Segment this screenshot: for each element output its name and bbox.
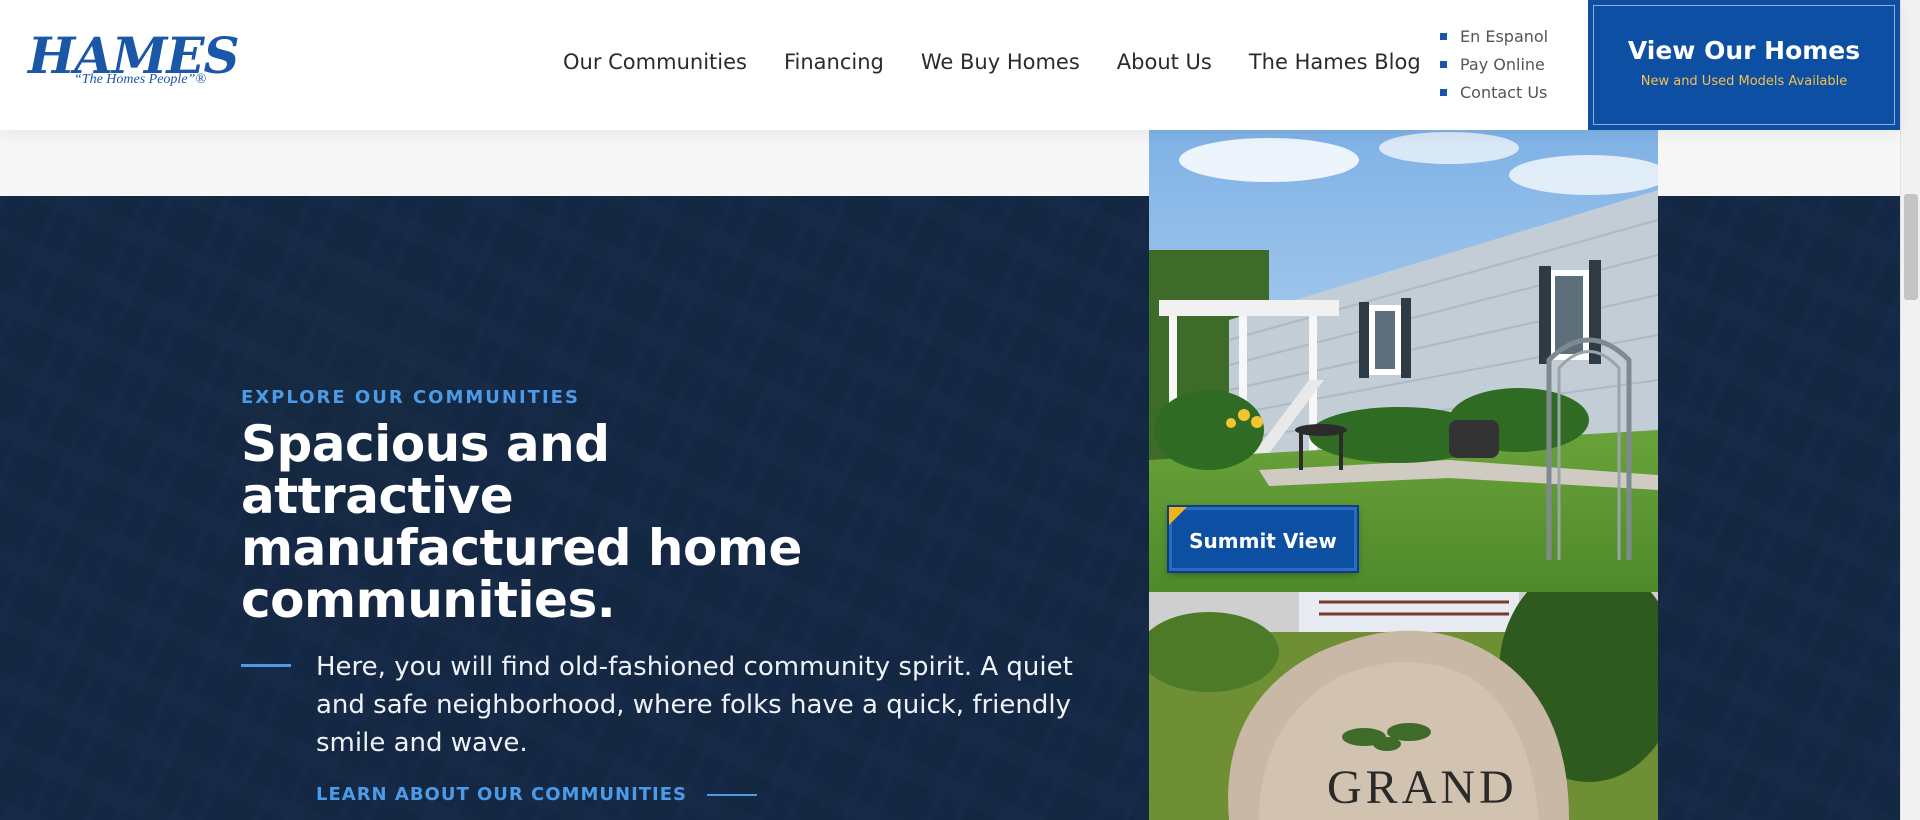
nav-we-buy-homes[interactable]: We Buy Homes xyxy=(921,50,1080,74)
util-contact-us[interactable]: Contact Us xyxy=(1440,80,1548,108)
nav-financing[interactable]: Financing xyxy=(784,50,884,74)
summit-view-label: Summit View xyxy=(1189,529,1337,553)
link-label: LEARN ABOUT OUR COMMUNITIES xyxy=(316,784,687,805)
summit-view-badge[interactable]: Summit View xyxy=(1167,505,1359,573)
logo-tagline: “The Homes People”® xyxy=(74,72,206,87)
square-bullet-icon xyxy=(1440,89,1447,96)
hero-body-text: Here, you will find old-fashioned commun… xyxy=(316,652,1073,758)
hero-body-row: Here, you will find old-fashioned commun… xyxy=(241,648,1073,762)
learn-about-communities-link[interactable]: LEARN ABOUT OUR COMMUNITIES xyxy=(241,784,1071,805)
hero-text-block: EXPLORE OUR COMMUNITIES Spacious and att… xyxy=(241,386,1073,805)
hero-eyebrow: EXPLORE OUR COMMUNITIES xyxy=(241,387,580,408)
utility-nav: En Espanol Pay Online Contact Us xyxy=(1440,24,1548,108)
scrollbar-thumb[interactable] xyxy=(1904,194,1918,300)
cta-title: View Our Homes xyxy=(1627,36,1861,65)
grand-sign-text: GRAND xyxy=(1327,761,1518,814)
util-en-espanol[interactable]: En Espanol xyxy=(1440,24,1548,52)
main-nav: Our Communities Financing We Buy Homes A… xyxy=(563,50,1421,74)
hames-logo[interactable]: HAMES “The Homes People”® xyxy=(28,28,240,92)
view-our-homes-button[interactable]: View Our Homes New and Used Models Avail… xyxy=(1588,0,1900,130)
square-bullet-icon xyxy=(1440,61,1447,68)
community-photos: Summit View GRAND xyxy=(1149,130,1658,820)
nav-hames-blog[interactable]: The Hames Blog xyxy=(1249,50,1421,74)
util-contact-us-label: Contact Us xyxy=(1460,83,1548,102)
link-underline-dash xyxy=(707,793,757,796)
util-pay-online[interactable]: Pay Online xyxy=(1440,52,1548,80)
util-en-espanol-label: En Espanol xyxy=(1460,27,1549,46)
hero-headline: Spacious and attractive manufactured hom… xyxy=(241,415,802,629)
cta-subtitle: New and Used Models Available xyxy=(1640,74,1848,89)
accent-dash xyxy=(241,664,291,667)
util-pay-online-label: Pay Online xyxy=(1460,55,1545,74)
nav-our-communities[interactable]: Our Communities xyxy=(563,50,747,74)
summit-view-photo[interactable]: Summit View xyxy=(1149,130,1658,592)
gold-corner-accent xyxy=(1169,507,1187,525)
grand-sign-photo[interactable]: GRAND xyxy=(1149,592,1658,820)
square-bullet-icon xyxy=(1440,33,1447,40)
page-scrollbar[interactable] xyxy=(1900,0,1920,820)
nav-about-us[interactable]: About Us xyxy=(1117,50,1212,74)
cta-frame xyxy=(1593,5,1895,125)
site-header: HAMES “The Homes People”® Our Communitie… xyxy=(0,0,1900,130)
